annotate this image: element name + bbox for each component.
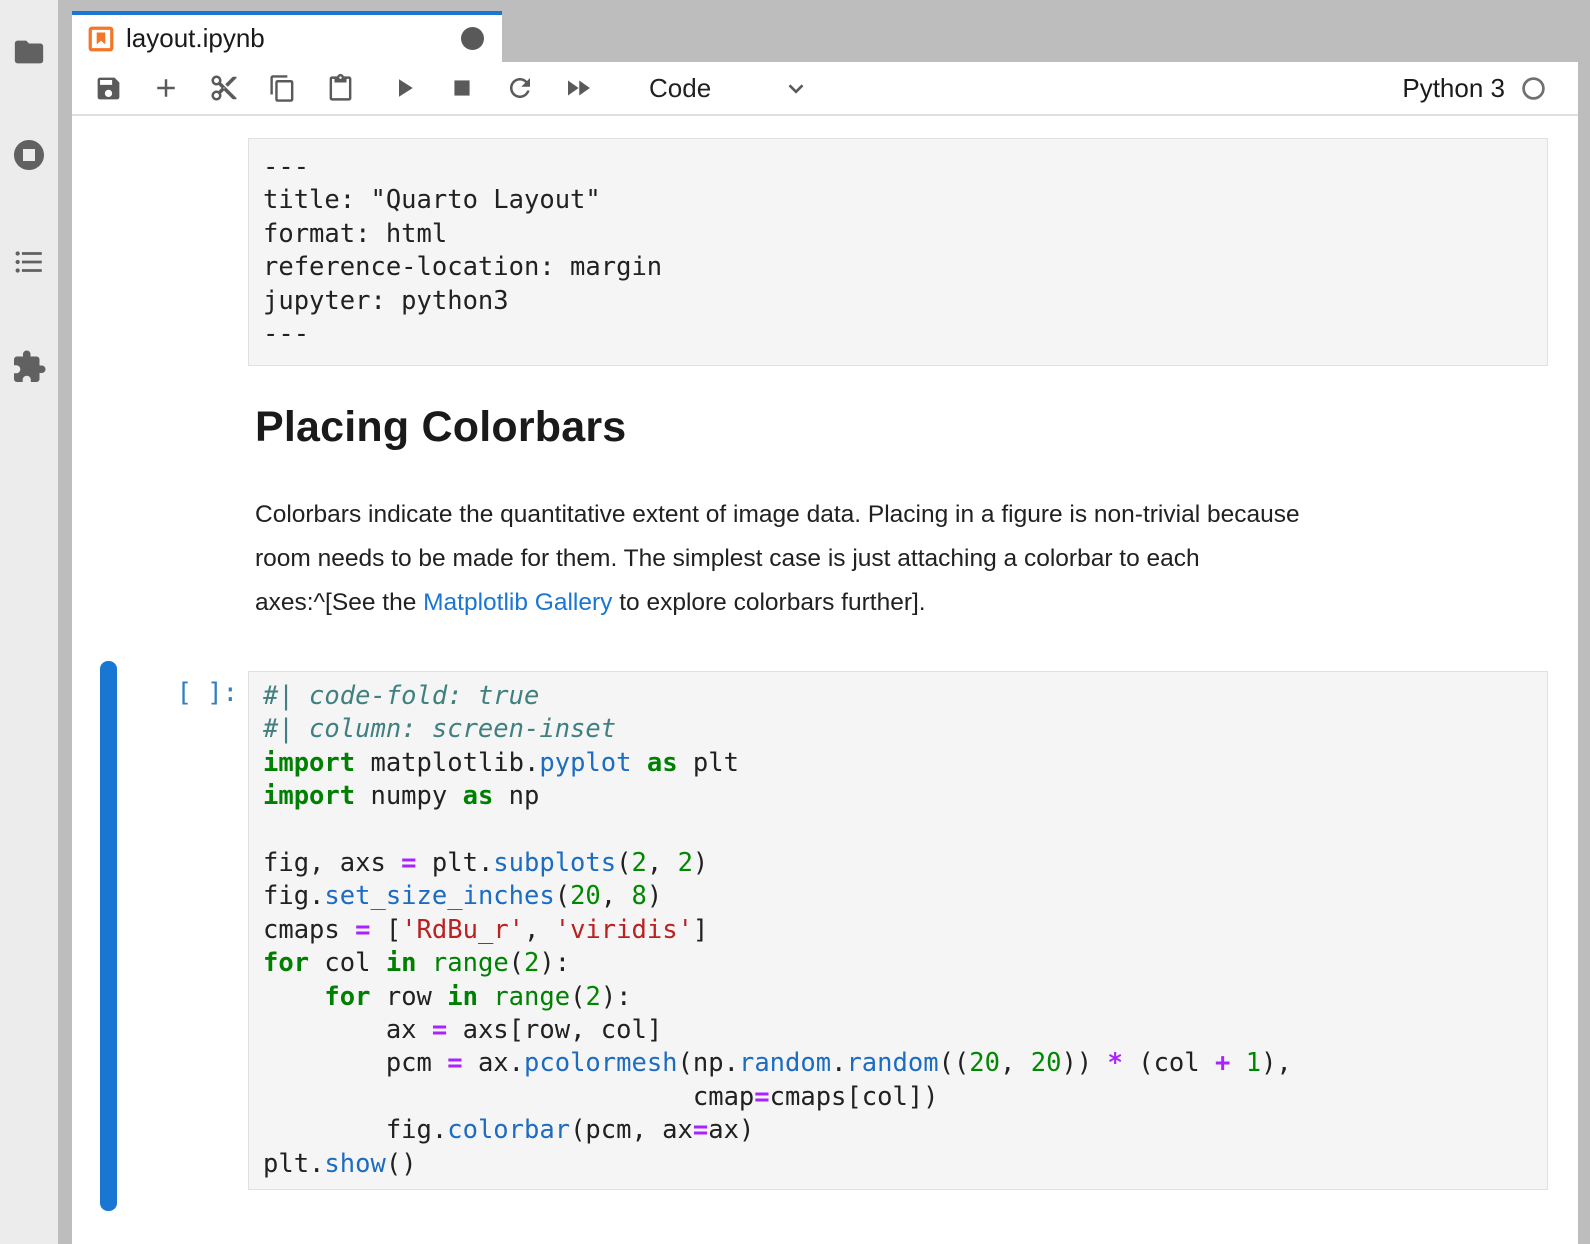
kernel-idle-circle-icon [1521,76,1546,101]
activity-sidebar [0,0,58,1244]
folder-icon [12,35,46,69]
markdown-heading: Placing Colorbars [255,403,626,452]
raw-cell-text: --- title: "Quarto Layout" format: html … [263,151,1533,351]
paragraph-line-1: Colorbars indicate the quantitative exte… [255,501,1300,528]
save-button[interactable] [93,73,123,103]
main-panel: layout.ipynb [72,0,1578,1244]
matplotlib-gallery-link[interactable]: Matplotlib Gallery [423,589,612,616]
notebook-content: --- title: "Quarto Layout" format: html … [72,116,1578,1244]
paragraph-line-2: room needs to be made for them. The simp… [255,545,1200,572]
insert-cell-button[interactable] [151,73,181,103]
run-cell-button[interactable] [389,73,419,103]
restart-kernel-button[interactable] [505,73,535,103]
extensions-icon[interactable] [11,349,47,385]
copy-cells-button[interactable] [267,73,297,103]
scissors-icon [209,73,239,103]
tab-title: layout.ipynb [126,23,265,54]
paragraph-line-3-before: axes:^[See the [255,589,423,616]
fast-forward-icon [563,72,593,104]
restart-icon [505,73,535,103]
puzzle-piece-icon [11,349,47,385]
stop-circle-icon [11,136,47,174]
running-kernels-icon[interactable] [11,137,47,173]
file-browser-icon[interactable] [11,34,47,70]
bulleted-list-icon [12,245,46,279]
kernel-indicator[interactable]: Python 3 [1402,73,1578,104]
cell-type-value: Code [649,73,711,104]
code-cell-editor[interactable]: #| code-fold: true #| column: screen-ins… [248,671,1548,1190]
chevron-down-icon [783,75,809,101]
unsaved-changes-indicator [461,27,484,50]
notebook-toolbar: Code Python 3 [72,62,1578,116]
notebook-file-icon [88,25,114,53]
play-icon [389,73,419,103]
restart-run-all-button[interactable] [563,73,593,103]
paragraph-line-3-after: to explore colorbars further]. [612,589,925,616]
cell-execution-prompt: [ ]: [112,677,238,710]
table-of-contents-icon[interactable] [11,244,47,280]
raw-cell[interactable]: --- title: "Quarto Layout" format: html … [248,138,1548,366]
plus-icon [151,73,181,103]
clipboard-icon [326,74,355,103]
save-icon [94,74,123,103]
code-lines: #| code-fold: true #| column: screen-ins… [263,680,1533,1181]
cell-type-dropdown[interactable]: Code [649,73,809,104]
active-cell-collapser-bar[interactable] [100,661,117,1211]
paste-cells-button[interactable] [325,73,355,103]
cut-cells-button[interactable] [209,73,239,103]
tab-layout-ipynb[interactable]: layout.ipynb [72,11,502,62]
copy-icon [268,74,297,103]
interrupt-kernel-button[interactable] [447,73,477,103]
markdown-paragraph: Colorbars indicate the quantitative exte… [255,493,1555,625]
stop-icon [449,75,475,101]
kernel-name: Python 3 [1402,73,1505,104]
